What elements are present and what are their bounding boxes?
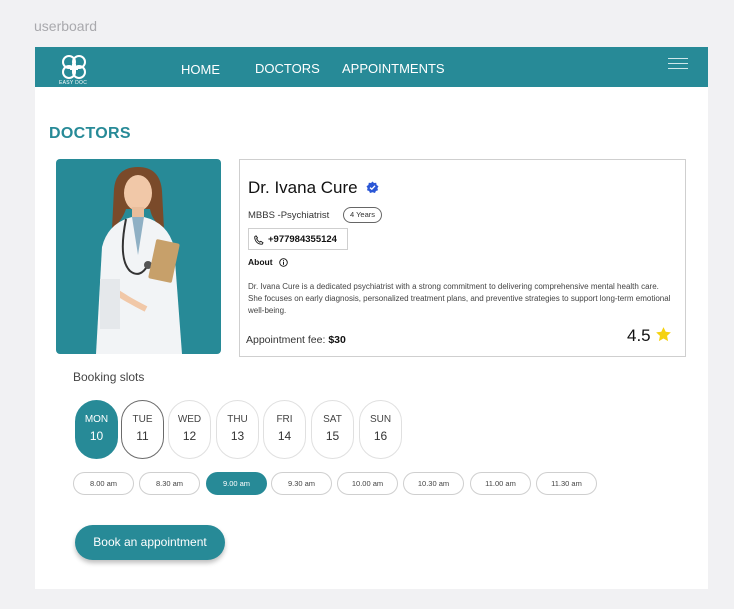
day-slot-thu[interactable]: THU 13 xyxy=(216,400,259,459)
time-slot[interactable]: 8.00 am xyxy=(73,472,134,495)
day-slot-sun[interactable]: SUN 16 xyxy=(359,400,402,459)
rating-value: 4.5 xyxy=(627,326,651,345)
time-slot[interactable]: 11.00 am xyxy=(470,472,531,495)
experience-badge: 4 Years xyxy=(343,207,383,223)
doctor-portrait-icon xyxy=(96,167,182,354)
day-name: WED xyxy=(177,414,202,425)
time-slot[interactable]: 10.30 am xyxy=(403,472,464,495)
day-slot-sat[interactable]: SAT 15 xyxy=(311,400,354,459)
fee-label: Appointment fee: xyxy=(246,334,326,346)
doctor-name: Dr. Ivana Cure xyxy=(248,178,358,197)
day-number: 15 xyxy=(325,429,340,443)
day-slot-wed[interactable]: WED 12 xyxy=(168,400,211,459)
phone-number-box[interactable]: +977984355124 xyxy=(248,228,348,250)
fee-value: $30 xyxy=(328,334,346,346)
verified-badge-icon xyxy=(366,181,379,193)
day-number: 16 xyxy=(373,429,388,443)
day-name: SUN xyxy=(369,414,392,425)
day-name: THU xyxy=(227,414,248,425)
day-number: 14 xyxy=(277,429,292,443)
time-slot[interactable]: 10.00 am xyxy=(337,472,398,495)
day-name: SAT xyxy=(323,414,342,425)
star-icon xyxy=(656,327,671,342)
day-slot-tue[interactable]: TUE 11 xyxy=(121,400,164,459)
hamburger-menu-icon[interactable] xyxy=(668,58,688,70)
day-name: FRI xyxy=(276,414,293,425)
info-icon[interactable] xyxy=(279,258,288,267)
day-slot-fri[interactable]: FRI 14 xyxy=(263,400,306,459)
about-label: About xyxy=(248,257,273,267)
userboard: EASY DOC HOME DOCTORS APPOINTMENTS DOCTO… xyxy=(35,47,708,589)
doctor-info-card: Dr. Ivana Cure MBBS -Psychiatrist 4 Year… xyxy=(239,159,686,357)
day-name: TUE xyxy=(132,414,153,425)
day-number: 12 xyxy=(182,429,197,443)
time-slot[interactable]: 11.30 am xyxy=(536,472,597,495)
nav-doctors[interactable]: DOCTORS xyxy=(255,61,320,76)
top-navbar: EASY DOC HOME DOCTORS APPOINTMENTS xyxy=(35,47,708,87)
time-slot-selected[interactable]: 9.00 am xyxy=(206,472,267,495)
day-number: 13 xyxy=(230,429,245,443)
time-slot[interactable]: 8.30 am xyxy=(139,472,200,495)
day-name: MON xyxy=(84,414,109,425)
about-text: Dr. Ivana Cure is a dedicated psychiatri… xyxy=(248,282,671,315)
phone-icon xyxy=(254,235,264,245)
frame-label: userboard xyxy=(34,18,98,34)
nav-appointments[interactable]: APPOINTMENTS xyxy=(342,61,445,76)
day-slot-mon[interactable]: MON 10 xyxy=(75,400,118,459)
nav-home[interactable]: HOME xyxy=(181,62,220,77)
doctor-degree: MBBS -Psychiatrist xyxy=(248,210,330,221)
day-number: 10 xyxy=(89,429,104,443)
day-number: 11 xyxy=(136,429,149,443)
page-title: DOCTORS xyxy=(49,125,131,142)
logo-text: EASY DOC xyxy=(59,80,88,86)
time-slot[interactable]: 9.30 am xyxy=(271,472,332,495)
book-appointment-button[interactable]: Book an appointment xyxy=(75,525,225,560)
appointment-fee: Appointment fee: $30 xyxy=(246,334,346,346)
phone-number: +977984355124 xyxy=(268,234,337,245)
booking-slots-label: Booking slots xyxy=(73,370,145,384)
doctor-photo xyxy=(56,159,221,354)
